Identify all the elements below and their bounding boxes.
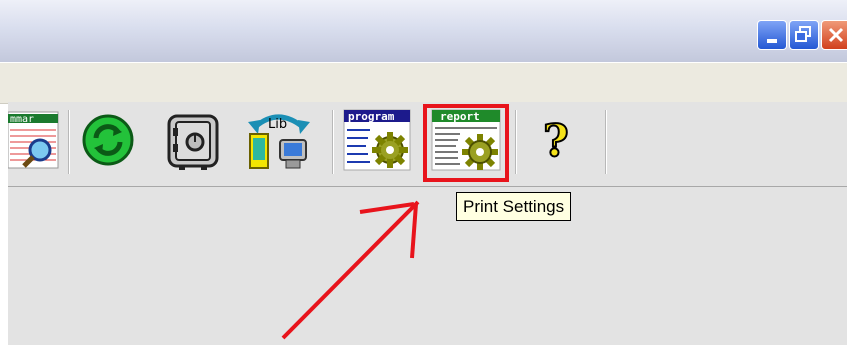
annotation-arrow <box>281 200 420 340</box>
